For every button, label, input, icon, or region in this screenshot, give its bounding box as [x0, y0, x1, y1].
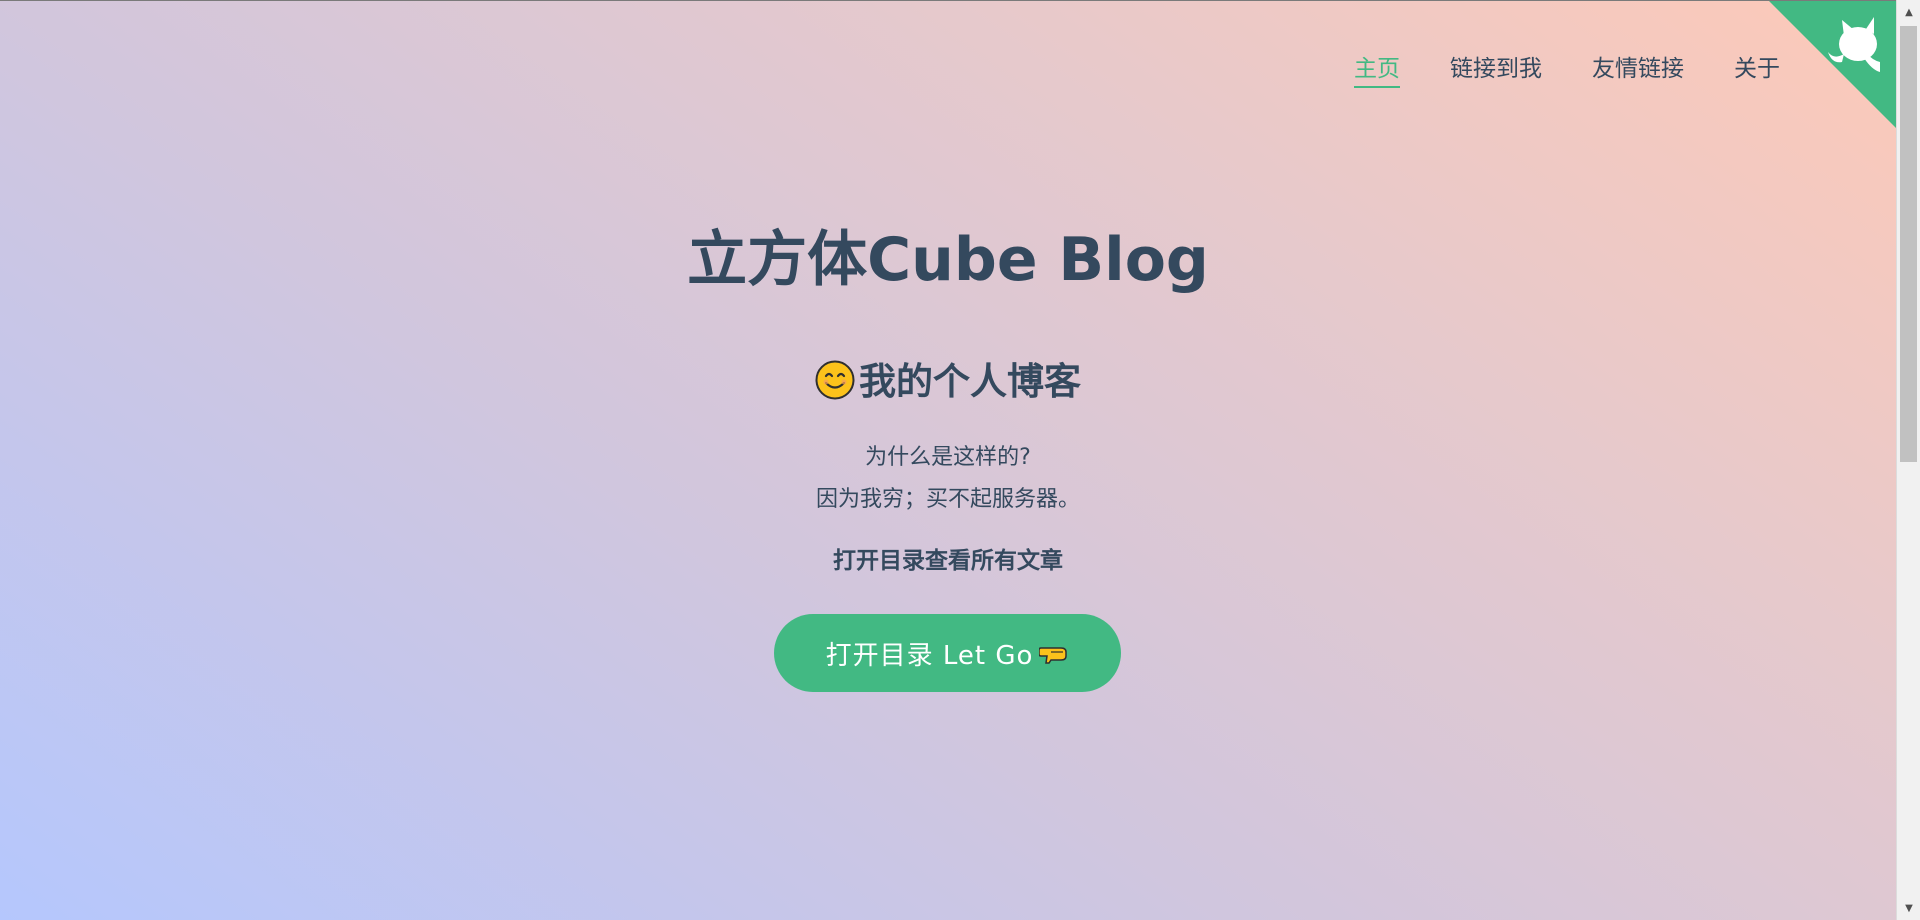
smiling-face-icon	[815, 360, 855, 400]
nav-item-friend-links[interactable]: 友情链接	[1592, 49, 1684, 88]
subtitle-text: 我的个人博客	[859, 360, 1081, 403]
nav-item-link-to-me[interactable]: 链接到我	[1450, 49, 1542, 88]
cover-page: 主页 链接到我 友情链接 关于 立方体Cube Blog 我的个人博客 为什么是…	[0, 0, 1896, 920]
page-title: 立方体Cube Blog	[0, 211, 1896, 298]
backhand-pointing-left-icon	[1039, 647, 1068, 664]
scroll-thumb[interactable]	[1900, 26, 1917, 462]
open-toc-button[interactable]: 打开目录 Let Go	[774, 614, 1121, 692]
toc-hint: 打开目录查看所有文章	[833, 548, 1063, 574]
description: 为什么是这样的? 因为我穷；买不起服务器。	[0, 437, 1896, 521]
subtitle: 我的个人博客	[0, 351, 1896, 405]
description-line-2: 因为我穷；买不起服务器。	[815, 487, 1080, 512]
title-cn: 立方体	[687, 225, 868, 295]
vertical-scrollbar[interactable]: ▲ ▼	[1896, 0, 1920, 920]
scroll-down-icon[interactable]: ▼	[1897, 898, 1920, 918]
title-en: Cube Blog	[867, 225, 1209, 295]
github-corner[interactable]	[1768, 1, 1896, 128]
description-line-1: 为什么是这样的?	[865, 445, 1031, 470]
nav-item-home[interactable]: 主页	[1354, 49, 1400, 88]
top-nav: 主页 链接到我 友情链接 关于	[1354, 49, 1780, 88]
open-toc-button-label: 打开目录 Let Go	[825, 640, 1034, 671]
github-octocat-icon	[1769, 1, 1896, 128]
scroll-up-icon[interactable]: ▲	[1897, 2, 1920, 22]
